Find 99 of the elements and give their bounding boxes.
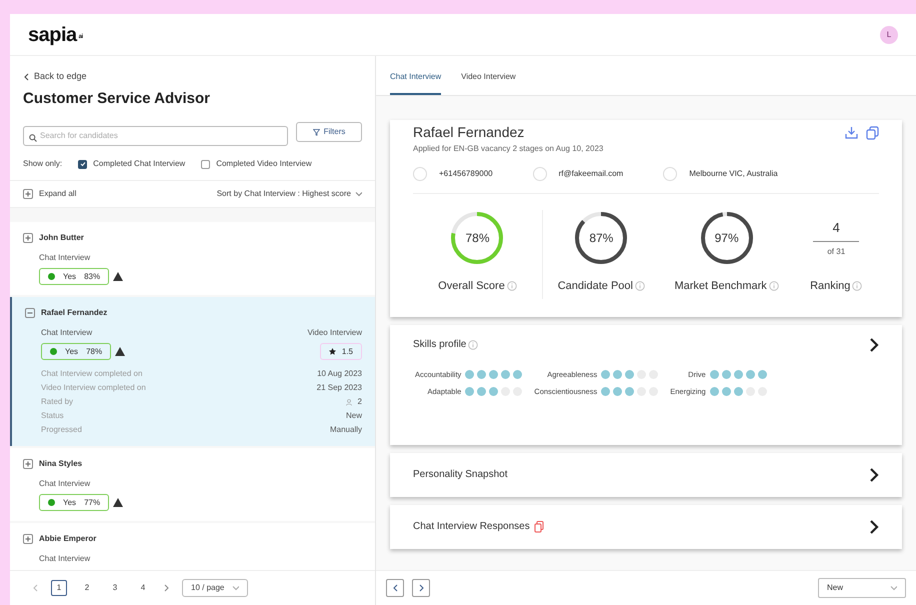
applied-text: Applied for EN-GB vacancy 2 stages on Aug 10, 2023 — [413, 143, 604, 155]
status-select[interactable]: New — [818, 578, 906, 598]
back-link[interactable]: Back to edge — [34, 70, 87, 84]
section-title: Personality Snapshot — [413, 468, 508, 482]
rank-total: of 31 — [827, 246, 846, 258]
chevron-right-icon[interactable] — [869, 518, 879, 534]
filters-button[interactable]: Filters — [296, 122, 362, 142]
detail-label: Progressed — [41, 424, 82, 436]
candidate-card[interactable]: Abbie Emperor Chat Interview — [10, 523, 375, 570]
chevron-right-icon[interactable] — [869, 466, 879, 482]
page-button[interactable]: 2 — [79, 580, 95, 596]
previous-button[interactable] — [386, 579, 404, 597]
sort-dropdown[interactable]: Sort by Chat Interview : Highest score — [216, 188, 351, 200]
detail-label: Video Interview completed on — [41, 382, 146, 394]
chevron-left-icon — [392, 584, 398, 592]
score-value: 87% — [589, 230, 614, 247]
info-icon — [634, 281, 645, 292]
page-title: Customer Service Advisor — [23, 88, 212, 108]
score-ring — [573, 210, 630, 266]
section-title: Chat Interview Responses — [413, 520, 530, 534]
logo[interactable]: sapia$^{ai}$ — [28, 20, 83, 50]
checkbox-label: Completed Chat Interview — [93, 158, 186, 170]
copy-icon[interactable] — [866, 126, 879, 140]
search-field[interactable]: Search for candidates — [23, 126, 288, 146]
chevron-right-icon[interactable] — [869, 336, 879, 352]
score-label: Ranking — [810, 279, 850, 294]
result-badge: Yes 83% — [39, 268, 110, 285]
video-interview-label: Video Interview — [307, 327, 362, 339]
checkbox[interactable] — [201, 160, 210, 168]
info-icon — [768, 281, 779, 292]
candidate-name: John Butter — [39, 232, 84, 244]
chat-interview-label: Chat Interview — [41, 327, 92, 339]
page-button[interactable]: 1 — [51, 580, 67, 596]
detail-label: Status — [41, 410, 64, 422]
score-value: 97% — [714, 230, 739, 247]
score-label: Candidate Pool — [558, 279, 633, 294]
chevron-right-icon — [418, 584, 424, 592]
previous-page-icon — [32, 584, 39, 592]
chevron-down-icon — [890, 584, 897, 592]
next-page-icon — [163, 584, 170, 592]
user-avatar[interactable]: L — [880, 26, 898, 44]
info-icon — [852, 281, 862, 292]
detail-value: 10 Aug 2023 — [317, 368, 362, 380]
chat-interview-label: Chat Interview — [39, 252, 90, 264]
section-card[interactable]: Chat Interview Responses — [390, 504, 902, 548]
next-button[interactable] — [412, 579, 430, 597]
page-button[interactable]: 4 — [135, 580, 151, 596]
detail-label: Chat Interview completed on — [41, 368, 142, 380]
chevron-down-icon — [355, 190, 362, 198]
chevron-down-icon — [232, 584, 240, 592]
candidate-name: Nina Styles — [39, 458, 82, 470]
candidate-name: Abbie Emperor — [39, 533, 96, 545]
star-icon — [328, 348, 336, 355]
score-label: Market Benchmark — [674, 279, 767, 294]
score-ring — [698, 210, 755, 266]
detail-value: Manually — [330, 424, 362, 436]
expand-icon[interactable] — [23, 534, 33, 544]
checkbox[interactable] — [78, 160, 88, 168]
expand-all-link[interactable]: Expand all — [39, 188, 76, 200]
candidate-card[interactable]: Rafael Fernandez Chat Interview Video Interview Yes 78% 1.5 Chat Interview completed on 10 Aug 2023 Video Interview completed on 21 Sep 2023 Rated by 2 Status New Progressed Manually — [10, 297, 375, 446]
chat-interview-label: Chat Interview — [39, 553, 90, 565]
candidate-card[interactable]: John Butter Chat Interview Yes 83% — [10, 222, 375, 295]
email-address: rf@fakeemail.com — [558, 168, 624, 180]
detail-label: Rated by — [41, 396, 74, 408]
detail-value: New — [346, 410, 362, 422]
back-icon — [23, 72, 30, 81]
download-icon[interactable] — [845, 126, 858, 139]
phone-number: +61456789000 — [439, 168, 493, 180]
page-button[interactable]: 3 — [107, 580, 123, 596]
detail-value: 2 — [346, 396, 362, 408]
checkbox-label: Completed Video Interview — [216, 158, 312, 170]
expand-icon[interactable] — [23, 459, 33, 469]
result-badge: Yes 77% — [39, 494, 110, 511]
rating-badge: 1.5 — [320, 343, 362, 360]
location: Melbourne VIC, Australia — [689, 168, 778, 180]
rank-value: 4 — [813, 218, 860, 242]
people-icon — [346, 398, 354, 406]
info-icon — [468, 340, 478, 350]
show-only-label: Show only: — [23, 158, 62, 170]
detail-value: 21 Sep 2023 — [316, 382, 362, 394]
score-label: Overall Score — [438, 279, 505, 294]
score-ring — [449, 210, 506, 266]
candidate-card[interactable]: Nina Styles Chat Interview Yes 77% — [10, 448, 375, 521]
tab[interactable]: Chat Interview — [390, 71, 442, 95]
candidate-name: Rafael Fernandez — [41, 307, 108, 319]
filter-icon — [312, 128, 320, 136]
chat-interview-label: Chat Interview — [39, 478, 90, 490]
page-size-select[interactable]: 10 / page — [182, 579, 248, 597]
collapse-icon[interactable] — [25, 308, 35, 318]
expand-icon[interactable] — [23, 189, 33, 199]
search-icon — [29, 134, 37, 142]
candidate-name: Rafael Fernandez — [413, 123, 526, 142]
section-title: Skills profile — [413, 338, 466, 352]
expand-icon[interactable] — [23, 233, 33, 243]
tab[interactable]: Video Interview — [461, 71, 516, 95]
score-value: 78% — [465, 230, 490, 247]
info-icon — [506, 281, 517, 292]
section-card[interactable]: Personality Snapshot — [390, 452, 902, 496]
result-badge: Yes 78% — [41, 343, 112, 360]
